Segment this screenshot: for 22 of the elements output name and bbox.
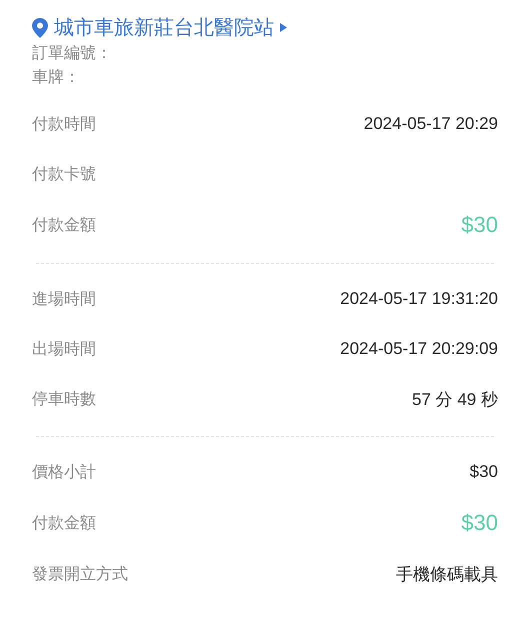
field-label: 付款時間 bbox=[32, 114, 96, 134]
field-label: 出場時間 bbox=[32, 338, 96, 360]
caret-icon[interactable] bbox=[280, 23, 287, 32]
field-label: 付款卡號 bbox=[32, 164, 96, 184]
field-label: 停車時數 bbox=[32, 388, 96, 410]
field-label: 付款金額 bbox=[32, 214, 96, 236]
field-value: $30 bbox=[470, 462, 498, 482]
field-label: 付款金額 bbox=[32, 512, 96, 534]
field-label: 進場時間 bbox=[32, 288, 96, 310]
field-value: 手機條碼載具 bbox=[396, 564, 498, 586]
amount-value: $30 bbox=[461, 510, 498, 536]
amount-value: $30 bbox=[461, 212, 498, 238]
field-value: 2024-05-17 20:29:09 bbox=[340, 339, 498, 359]
field-value: 57 分 49 秒 bbox=[412, 388, 498, 410]
field-label: 價格小計 bbox=[32, 462, 96, 482]
location-pin-icon bbox=[32, 18, 48, 38]
order-info-label: 訂單編號： bbox=[32, 42, 113, 64]
station-name[interactable]: 城市車旅新莊台北醫院站 bbox=[54, 14, 274, 41]
field-value: 2024-05-17 19:31:20 bbox=[340, 289, 498, 309]
order-info-label: 車牌： bbox=[32, 66, 81, 88]
field-value: 2024-05-17 20:29 bbox=[364, 114, 498, 134]
field-label: 發票開立方式 bbox=[32, 564, 128, 584]
